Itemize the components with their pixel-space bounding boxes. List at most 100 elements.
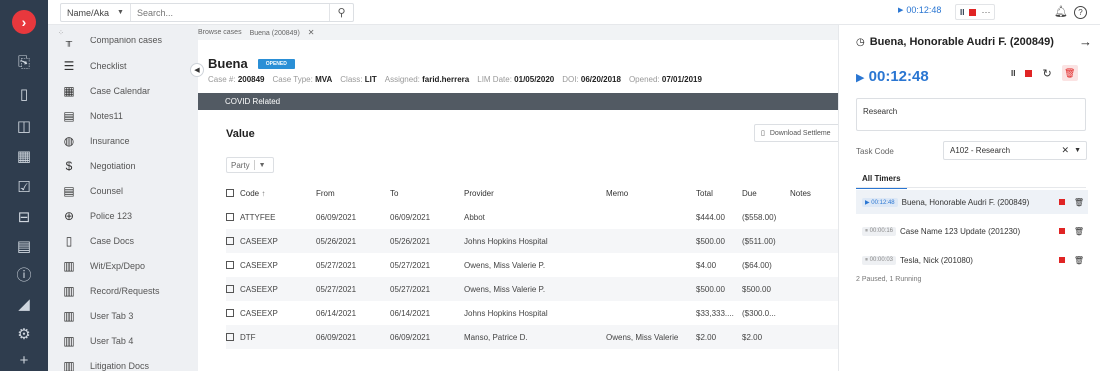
column-header-provider[interactable]: Provider bbox=[464, 181, 606, 205]
stop-icon[interactable] bbox=[1025, 69, 1033, 77]
checklist-icon: ☰ bbox=[63, 59, 75, 73]
chevron-down-icon[interactable]: ▼ bbox=[1074, 147, 1081, 154]
pause-icon[interactable]: II bbox=[1011, 69, 1015, 78]
party-filter[interactable]: Party ▼ bbox=[226, 157, 274, 173]
tab-browse-cases[interactable]: Browse cases bbox=[198, 29, 246, 36]
reset-icon[interactable]: ↻ bbox=[1042, 67, 1051, 80]
row-checkbox[interactable] bbox=[226, 213, 234, 222]
timer-display-value: 00:12:48 bbox=[868, 68, 929, 85]
shield-icon: ◍ bbox=[63, 134, 75, 148]
stop-icon[interactable] bbox=[1058, 257, 1065, 263]
task-code-value: A102 - Research bbox=[950, 146, 1011, 155]
arrow-right-icon[interactable]: → bbox=[1079, 34, 1092, 49]
briefcase-icon[interactable]: ⎘ bbox=[15, 53, 33, 71]
timer-row[interactable]: ⏸ 00:00:16 Case Name 123 Update (201230) 🗑… bbox=[856, 219, 1088, 243]
download-label: Download Settleme bbox=[769, 129, 831, 137]
sidebar-item-case-calendar[interactable]: ▦ Case Calendar bbox=[48, 79, 198, 103]
select-all-checkbox[interactable] bbox=[226, 189, 234, 198]
row-checkbox[interactable] bbox=[226, 237, 234, 246]
chevron-down-icon: ▼ bbox=[258, 161, 266, 169]
column-header-memo[interactable]: Memo bbox=[606, 181, 696, 205]
sidebar-item-user-tab-3[interactable]: ▥ User Tab 3 bbox=[48, 304, 198, 328]
sidebar-item-notes11[interactable]: ▤ Notes11 bbox=[48, 104, 198, 128]
trash-icon[interactable]: 🗑︎ bbox=[1061, 65, 1078, 81]
timer-row[interactable]: ▶ 00:12:48 Buena, Honorable Audri F. (200… bbox=[856, 190, 1088, 214]
table-row[interactable]: ATTYFEE 06/09/2021 06/09/2021 Abbot $444.00 (… bbox=[226, 205, 838, 229]
column-header-notes[interactable]: Notes bbox=[790, 181, 838, 205]
bell-icon[interactable]: 🔔︎ bbox=[1054, 5, 1068, 18]
sidebar-item-insurance[interactable]: ◍ Insurance bbox=[48, 129, 198, 153]
contact-card-icon[interactable]: ◫ bbox=[15, 117, 33, 135]
column-header-label: Code bbox=[240, 188, 260, 198]
search-scope-select[interactable]: Name/Aka ▼ bbox=[61, 4, 131, 21]
close-icon[interactable]: ✕ bbox=[308, 28, 315, 37]
sidebar-item-label: Case Docs bbox=[90, 236, 135, 246]
table-row[interactable]: CASEEXP 05/27/2021 05/27/2021 Owens, Miss V… bbox=[226, 253, 838, 277]
task-code-select[interactable]: A102 - Research ✕ ▼ bbox=[943, 141, 1087, 160]
cell-notes bbox=[790, 205, 838, 229]
table-row[interactable]: DTF 06/09/2021 06/09/2021 Manso, Patrice D.… bbox=[226, 325, 838, 349]
sidebar-item-litigation-docs[interactable]: ▥ Litigation Docs bbox=[48, 354, 198, 371]
sidebar-item-companion-cases[interactable]: ╥ Companion cases bbox=[48, 37, 198, 49]
timer-row[interactable]: ⏸ 00:00:03 Tesla, Nick (201080) 🗑︎ bbox=[856, 248, 1088, 272]
help-icon[interactable]: ? bbox=[1074, 6, 1087, 19]
table-row[interactable]: CASEEXP 06/14/2021 06/14/2021 Johns Hopkins… bbox=[226, 301, 838, 325]
witness-icon: ▥ bbox=[63, 259, 75, 273]
trash-icon[interactable]: 🗑︎ bbox=[1074, 227, 1084, 236]
cell-memo bbox=[606, 205, 696, 229]
row-checkbox[interactable] bbox=[226, 333, 234, 342]
calendar-icon[interactable]: ▦ bbox=[15, 147, 33, 165]
settings-icon[interactable]: ⚙ bbox=[15, 325, 33, 343]
sidebar-item-wit-exp-depo[interactable]: ▥ Wit/Exp/Depo bbox=[48, 254, 198, 278]
sidebar-item-case-docs[interactable]: ▯ Case Docs bbox=[48, 229, 198, 253]
row-checkbox[interactable] bbox=[226, 261, 234, 270]
plus-icon[interactable]: + bbox=[15, 351, 33, 369]
police-icon: ⊕ bbox=[63, 209, 75, 223]
timer-description-field[interactable]: Research bbox=[856, 98, 1086, 131]
stop-icon[interactable] bbox=[1058, 199, 1065, 205]
app-logo-icon[interactable]: › bbox=[12, 10, 36, 34]
chart-icon[interactable]: ◢ bbox=[15, 295, 33, 313]
info-icon[interactable]: ⓘ bbox=[15, 266, 33, 284]
stop-icon[interactable] bbox=[1058, 228, 1065, 234]
stop-icon[interactable] bbox=[969, 8, 977, 16]
document-icon[interactable]: ▯ bbox=[15, 85, 33, 103]
cell-total: $500.00 bbox=[696, 277, 742, 301]
sidebar-item-record-requests[interactable]: ▥ Record/Requests bbox=[48, 279, 198, 303]
table-row[interactable]: CASEEXP 05/27/2021 05/27/2021 Owens, Miss V… bbox=[226, 277, 838, 301]
table-row[interactable]: CASEEXP 05/26/2021 05/26/2021 Johns Hopkins… bbox=[226, 229, 838, 253]
search-input[interactable] bbox=[131, 4, 329, 21]
clear-icon[interactable]: ✕ bbox=[1061, 145, 1069, 156]
search-icon[interactable]: ⚲ bbox=[329, 4, 353, 21]
messages-icon[interactable]: ▤ bbox=[15, 237, 33, 255]
row-checkbox[interactable] bbox=[226, 285, 234, 294]
checkbox-icon[interactable]: ☑ bbox=[15, 178, 33, 196]
topbar-timer[interactable]: ▶ 00:12:48 bbox=[898, 5, 941, 15]
sidebar-item-police-123[interactable]: ⊕ Police 123 bbox=[48, 204, 198, 228]
column-header-from[interactable]: From bbox=[316, 181, 390, 205]
column-header-due[interactable]: Due bbox=[742, 181, 790, 205]
collapse-sidebar-button[interactable]: ◀ bbox=[190, 63, 204, 77]
sidebar-item-user-tab-4[interactable]: ▥ User Tab 4 bbox=[48, 329, 198, 353]
timer-row-name: Case Name 123 Update (201230) bbox=[900, 226, 1021, 236]
row-checkbox[interactable] bbox=[226, 309, 234, 318]
column-header-to[interactable]: To bbox=[390, 181, 464, 205]
sidebar-item-counsel[interactable]: ▤ Counsel bbox=[48, 179, 198, 203]
case-meta-value: MVA bbox=[315, 75, 333, 84]
cell-from: 06/14/2021 bbox=[316, 308, 357, 318]
trash-icon[interactable]: 🗑︎ bbox=[1074, 198, 1084, 207]
sidebar-item-checklist[interactable]: ☰ Checklist bbox=[48, 54, 198, 78]
trash-icon[interactable]: 🗑︎ bbox=[1074, 256, 1084, 265]
download-settlement-button[interactable]: ▯ Download Settleme bbox=[754, 124, 838, 142]
tab-case[interactable]: Buena (200849) ✕ bbox=[246, 28, 319, 37]
grid-icon[interactable]: ⁘ bbox=[58, 29, 64, 37]
cell-code: CASEEXP bbox=[226, 301, 316, 325]
more-icon[interactable]: ··· bbox=[981, 7, 990, 17]
inbox-icon[interactable]: ⊟ bbox=[15, 208, 33, 226]
play-icon[interactable]: ▶ bbox=[856, 72, 864, 84]
sidebar-item-negotiation[interactable]: $ Negotiation bbox=[48, 154, 198, 178]
column-header-total[interactable]: Total bbox=[696, 181, 742, 205]
pause-icon[interactable]: II bbox=[960, 8, 964, 17]
column-header-code[interactable]: Code ↑ bbox=[226, 181, 316, 205]
case-sidebar: ⁘ ╥ Companion cases ☰ Checklist ▦ Case Cale… bbox=[48, 25, 198, 371]
